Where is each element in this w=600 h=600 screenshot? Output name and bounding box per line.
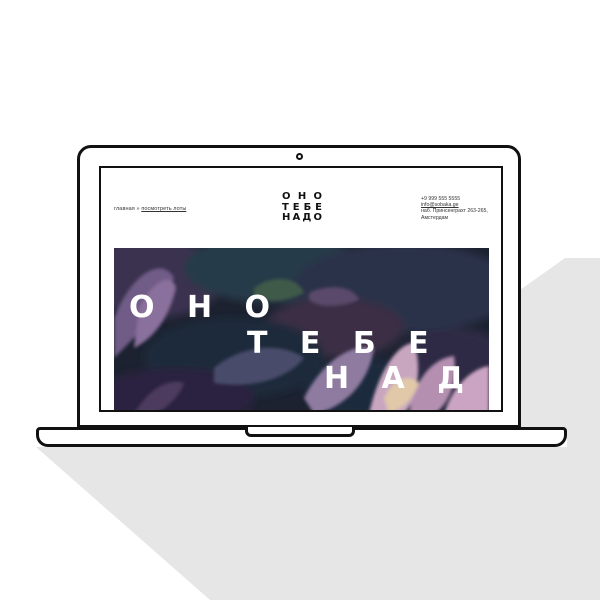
- contact-city: Амстердам: [421, 214, 449, 221]
- logo-letter: Н: [282, 212, 291, 223]
- breadcrumb: главная » посмотреть лоты: [114, 206, 186, 212]
- camera-icon: [296, 153, 303, 160]
- laptop-mockup: главная » посмотреть лоты О Н О Т Е Б Е …: [0, 0, 600, 600]
- hero-banner: О Н О Т Е Б Е Н А Д О: [114, 248, 489, 410]
- laptop-base-notch: [245, 427, 355, 437]
- logo-letter: Д: [302, 212, 312, 223]
- breadcrumb-home-link[interactable]: главная: [114, 206, 135, 212]
- site-logo[interactable]: О Н О Т Е Б Е Н А Д О: [282, 191, 322, 224]
- logo-letter: О: [313, 212, 322, 223]
- hero-title-line-1: О Н О: [129, 290, 282, 325]
- contact-info: +9 999 555 5555 info@sobaka.ge наб. Прин…: [421, 196, 501, 221]
- hero-title-line-3: Н А Д О: [324, 361, 489, 396]
- logo-letter: О: [282, 191, 291, 202]
- logo-row-3: Н А Д О: [282, 212, 322, 224]
- logo-letter: О: [313, 191, 322, 202]
- laptop-screen: главная » посмотреть лоты О Н О Т Е Б Е …: [99, 166, 503, 412]
- breadcrumb-separator: »: [136, 206, 140, 212]
- logo-letter: Н: [297, 191, 307, 202]
- hero-title-line-2: Т Е Б Е: [247, 326, 440, 361]
- breadcrumb-current-link[interactable]: посмотреть лоты: [141, 206, 186, 212]
- logo-letter: А: [292, 212, 301, 223]
- logo-row-1: О Н О: [282, 191, 322, 203]
